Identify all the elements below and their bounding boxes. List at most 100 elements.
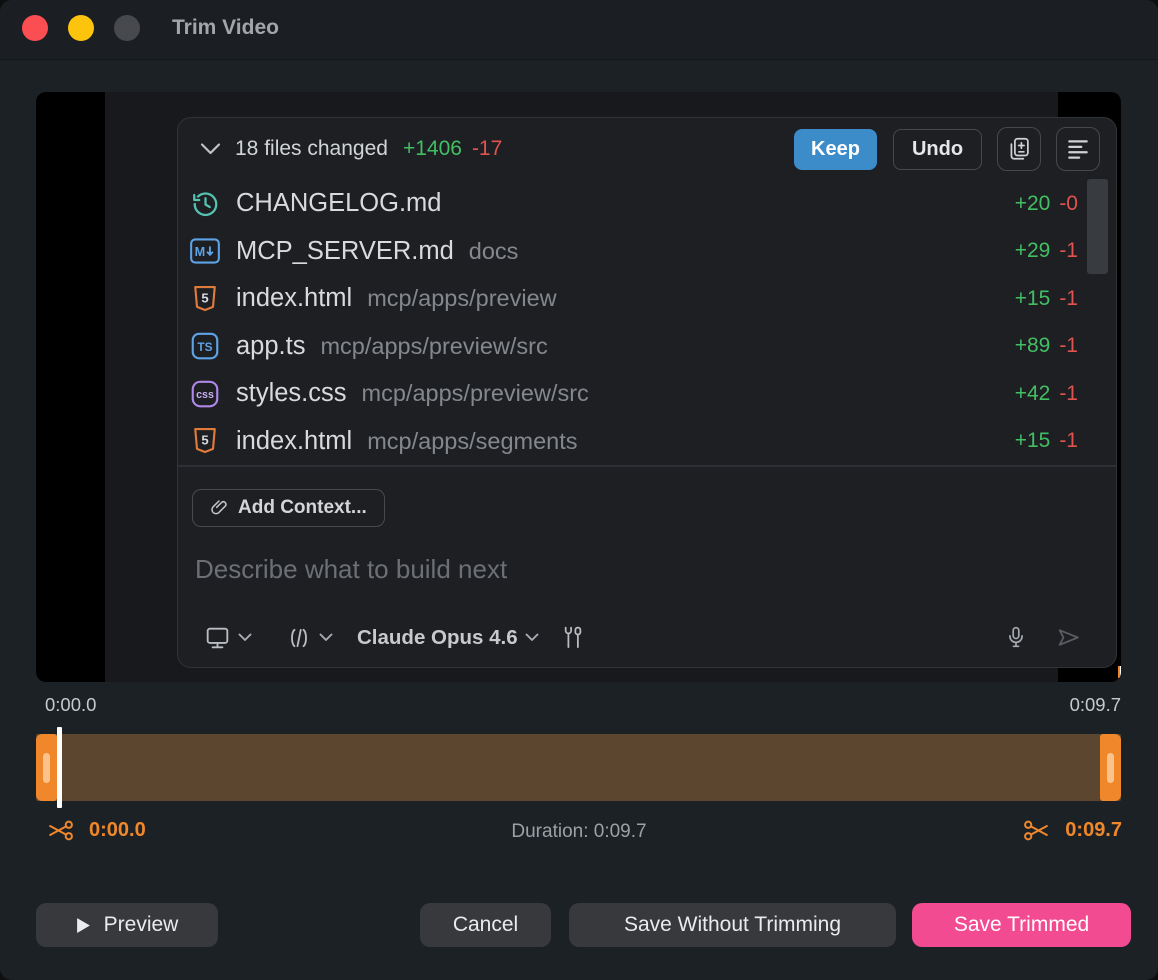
- scissors-icon: [1023, 818, 1050, 843]
- file-path: mcp/apps/preview/src: [362, 380, 589, 407]
- files-changed-label: 18 files changed: [235, 137, 388, 161]
- svg-text:M: M: [195, 245, 206, 259]
- timeline-track[interactable]: [36, 734, 1121, 801]
- trim-start-time: 0:00.0: [89, 819, 146, 842]
- chevron-down-icon[interactable]: [319, 633, 333, 642]
- minimize-window-button[interactable]: [68, 15, 94, 41]
- model-selector[interactable]: Claude Opus 4.6: [357, 626, 518, 650]
- video-preview-frame[interactable]: 18 files changed +1406 -17 Keep Undo: [36, 92, 1121, 682]
- file-additions: +15: [1015, 287, 1051, 311]
- zoom-window-button[interactable]: [114, 15, 140, 41]
- composer-input[interactable]: Describe what to build next: [195, 554, 1092, 585]
- duration-label: Duration: 0:09.7: [0, 821, 1158, 843]
- dictation-button[interactable]: [1004, 624, 1028, 651]
- svg-text:TS: TS: [197, 340, 212, 354]
- trim-video-window: Trim Video 18 files changed +1406 -17 Ke…: [0, 0, 1158, 980]
- trim-start-readout: 0:00.0: [47, 818, 146, 843]
- titlebar: Trim Video: [0, 0, 1158, 60]
- preview-button[interactable]: Preview: [36, 903, 218, 947]
- css-icon: css: [190, 379, 220, 409]
- save-without-trimming-label: Save Without Trimming: [624, 913, 841, 937]
- save-trimmed-label: Save Trimmed: [954, 913, 1089, 937]
- microphone-icon: [1004, 624, 1028, 651]
- svg-text:5: 5: [201, 290, 208, 305]
- window-title: Trim Video: [172, 16, 279, 40]
- timeline-start-label: 0:00.0: [45, 694, 96, 716]
- file-row[interactable]: 5 index.html mcp/apps/segments +15 -1: [178, 418, 1116, 466]
- file-row[interactable]: css styles.css mcp/apps/preview/src +42 …: [178, 370, 1116, 418]
- send-button[interactable]: [1055, 625, 1082, 650]
- total-additions: +1406: [403, 137, 462, 161]
- file-name: styles.css: [236, 379, 347, 408]
- cancel-button-label: Cancel: [453, 913, 518, 937]
- trim-end-handle[interactable]: [1100, 734, 1121, 801]
- composer-placeholder: Describe what to build next: [195, 554, 507, 584]
- file-path: docs: [469, 238, 519, 265]
- svg-text:css: css: [196, 389, 214, 401]
- undo-button-label: Undo: [912, 138, 963, 161]
- file-row[interactable]: M MCP_SERVER.md docs +29 -1: [178, 228, 1116, 276]
- display-mode-dropdown[interactable]: [204, 626, 231, 650]
- paperclip-icon: [210, 498, 229, 517]
- copy-diff-button[interactable]: [997, 127, 1041, 171]
- file-additions: +15: [1015, 429, 1051, 453]
- add-context-label: Add Context...: [238, 497, 367, 519]
- file-deletions: -1: [1059, 239, 1078, 263]
- markdown-icon: M: [190, 236, 220, 266]
- tools-button[interactable]: [561, 624, 586, 651]
- keep-button[interactable]: Keep: [794, 129, 877, 170]
- close-window-button[interactable]: [22, 15, 48, 41]
- file-additions: +20: [1015, 192, 1051, 216]
- send-icon: [1055, 625, 1082, 650]
- cancel-button[interactable]: Cancel: [420, 903, 551, 947]
- save-trimmed-button[interactable]: Save Trimmed: [912, 903, 1131, 947]
- file-deletions: -1: [1059, 287, 1078, 311]
- video-still-app-screenshot: 18 files changed +1406 -17 Keep Undo: [105, 92, 1058, 682]
- file-deletions: -0: [1059, 192, 1078, 216]
- file-row[interactable]: CHANGELOG.md +20 -0: [178, 180, 1116, 228]
- scrollbar-thumb[interactable]: [1087, 179, 1108, 274]
- play-icon: [76, 917, 91, 934]
- copy-diff-icon: [1006, 136, 1032, 162]
- file-row[interactable]: 5 index.html mcp/apps/preview +15 -1: [178, 275, 1116, 323]
- handle-grip: [43, 753, 50, 783]
- file-row[interactable]: TS app.ts mcp/apps/preview/src +89 -1: [178, 323, 1116, 371]
- add-context-button[interactable]: Add Context...: [192, 489, 385, 527]
- history-icon: [190, 189, 220, 219]
- file-path: mcp/apps/segments: [367, 428, 577, 455]
- chevron-down-icon[interactable]: [238, 633, 252, 642]
- chevron-down-icon[interactable]: [525, 633, 539, 642]
- preview-button-label: Preview: [104, 913, 179, 937]
- save-without-trimming-button[interactable]: Save Without Trimming: [569, 903, 896, 947]
- file-name: app.ts: [236, 332, 305, 361]
- file-additions: +29: [1015, 239, 1051, 263]
- trim-end-time: 0:09.7: [1065, 819, 1122, 842]
- file-deletions: -1: [1059, 429, 1078, 453]
- file-additions: +42: [1015, 382, 1051, 406]
- file-list: CHANGELOG.md +20 -0 M MCP_SERVER.md docs…: [178, 180, 1116, 465]
- file-deletions: -1: [1059, 382, 1078, 406]
- file-name: CHANGELOG.md: [236, 189, 441, 218]
- html-icon: 5: [190, 426, 220, 456]
- chevron-down-icon[interactable]: [200, 142, 221, 156]
- file-name: MCP_SERVER.md: [236, 237, 454, 266]
- trim-end-readout: 0:09.7: [1023, 818, 1122, 843]
- file-additions: +89: [1015, 334, 1051, 358]
- file-path: mcp/apps/preview/src: [320, 333, 547, 360]
- file-path: mcp/apps/preview: [367, 285, 556, 312]
- trim-start-handle[interactable]: [36, 734, 57, 801]
- timeline-end-label: 0:09.7: [1070, 694, 1121, 716]
- scissors-icon: [47, 818, 74, 843]
- align-left-lines-icon: [1065, 136, 1091, 162]
- undo-button[interactable]: Undo: [893, 129, 982, 170]
- monitor-icon: [204, 626, 231, 650]
- composer-toolbar: Claude Opus 4.6: [192, 624, 1092, 651]
- code-icon: [286, 626, 312, 650]
- typescript-icon: TS: [190, 331, 220, 361]
- playhead[interactable]: [57, 727, 62, 808]
- file-name: index.html: [236, 427, 352, 456]
- code-mode-dropdown[interactable]: [286, 626, 312, 650]
- trim-info-row: Duration: 0:09.7 0:00.0 0:09.7: [0, 818, 1158, 848]
- view-log-button[interactable]: [1056, 127, 1100, 171]
- video-cursor-artifact: [1118, 666, 1121, 678]
